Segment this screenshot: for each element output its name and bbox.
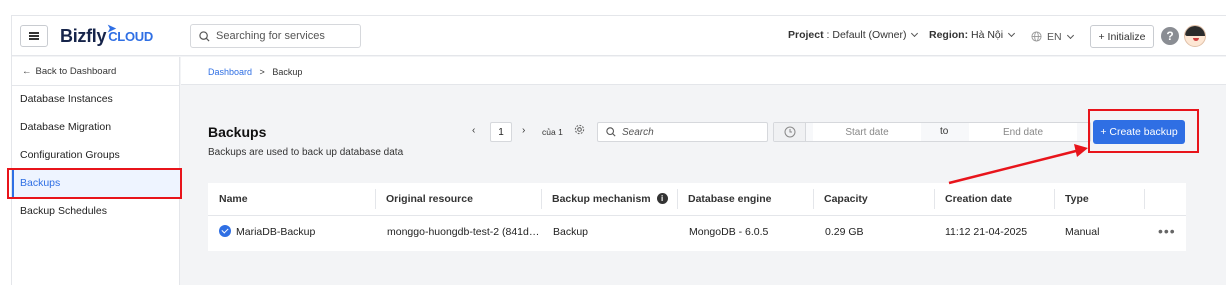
annotation-arrow	[948, 144, 1088, 185]
